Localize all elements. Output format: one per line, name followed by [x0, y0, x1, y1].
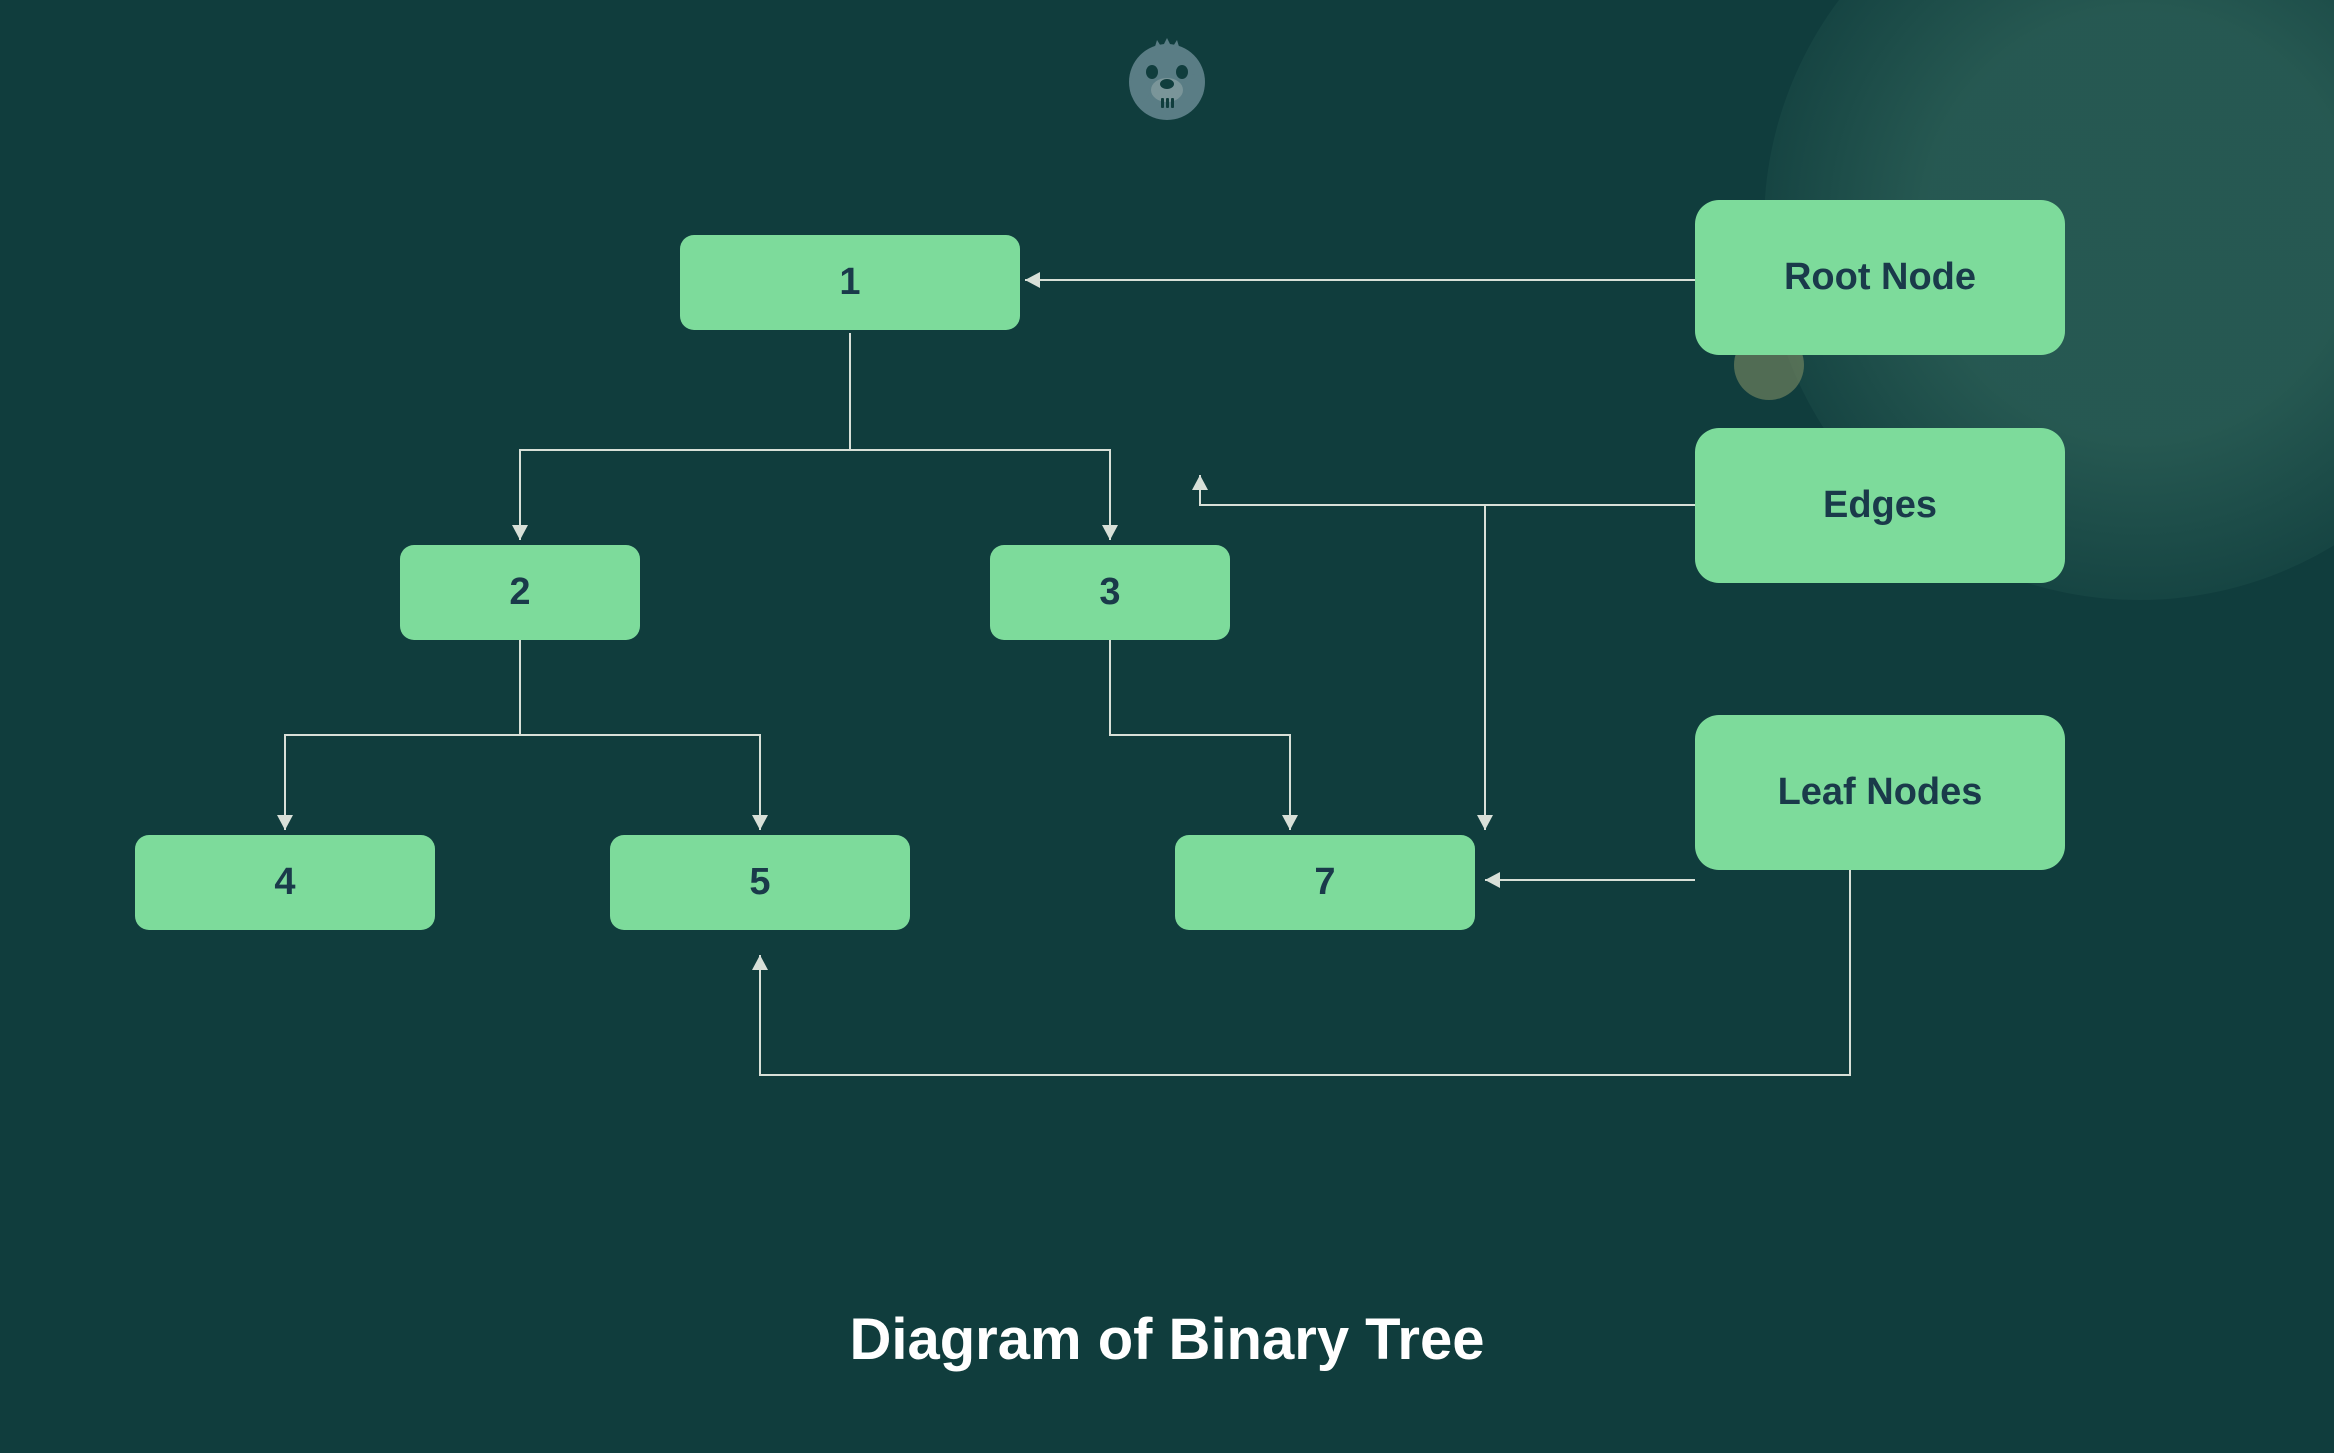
tree-node-3: 3: [990, 545, 1230, 640]
node-value: 7: [1314, 861, 1335, 904]
logo-icon: [1122, 30, 1212, 130]
label-text: Leaf Nodes: [1778, 771, 1983, 814]
label-leaf-nodes: Leaf Nodes: [1695, 715, 2065, 870]
label-text: Edges: [1823, 484, 1937, 527]
tree-node-5: 5: [610, 835, 910, 930]
tree-node-4: 4: [135, 835, 435, 930]
diagram-title: Diagram of Binary Tree: [850, 1306, 1485, 1373]
label-edges: Edges: [1695, 428, 2065, 583]
label-root-node: Root Node: [1695, 200, 2065, 355]
tree-node-7: 7: [1175, 835, 1475, 930]
tree-node-2: 2: [400, 545, 640, 640]
node-value: 3: [1099, 571, 1120, 614]
node-value: 1: [839, 261, 860, 304]
tree-node-1: 1: [680, 235, 1020, 330]
node-value: 2: [509, 571, 530, 614]
node-value: 4: [274, 861, 295, 904]
node-value: 5: [749, 861, 770, 904]
label-text: Root Node: [1784, 256, 1976, 299]
